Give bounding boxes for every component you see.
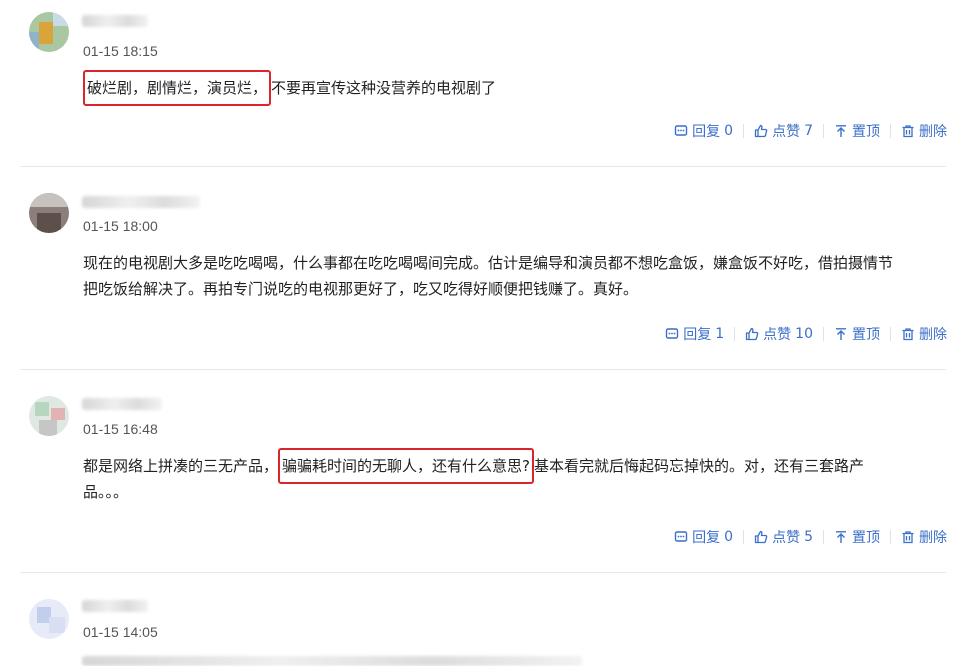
highlight-box: 骗骗耗时间的无聊人，还有什么意思? bbox=[278, 448, 534, 484]
reply-label: 回复 bbox=[683, 327, 712, 343]
username[interactable] bbox=[82, 600, 148, 612]
reply-button[interactable]: 回复 1 bbox=[665, 324, 724, 344]
comment-text: 都是网络上拼凑的三无产品， 骗骗耗时间的无聊人，还有什么意思? 基本看完就后悔起码忘… bbox=[83, 448, 953, 505]
comment-time: 01-15 14:05 bbox=[83, 624, 158, 640]
comment-actions: 回复 1 点赞 10 置顶 删除 bbox=[665, 324, 947, 344]
comment-text-pre: 都是网络上拼凑的三无产品， bbox=[83, 457, 279, 475]
like-button[interactable]: 点赞 5 bbox=[754, 527, 813, 547]
pin-label: 置顶 bbox=[852, 530, 880, 546]
pin-button[interactable]: 置顶 bbox=[834, 527, 880, 547]
divider bbox=[823, 530, 824, 544]
pin-top-icon bbox=[836, 328, 846, 340]
comment-text: 现在的电视剧大多是吃吃喝喝，什么事都在吃吃喝喝间完成。估计是编导和演员都不想吃盒… bbox=[83, 250, 953, 302]
reply-icon bbox=[674, 531, 688, 542]
reply-label: 回复 bbox=[692, 124, 721, 140]
reply-count: 1 bbox=[715, 326, 725, 342]
trash-icon bbox=[902, 531, 914, 544]
divider bbox=[890, 530, 891, 544]
comment-actions: 回复 0 点赞 7 置顶 删除 bbox=[674, 121, 947, 141]
comment-text-line: 都是网络上拼凑的三无产品， 骗骗耗时间的无聊人，还有什么意思? 基本看完就后悔起码忘… bbox=[83, 448, 953, 484]
pin-top-icon bbox=[836, 531, 846, 543]
reply-button[interactable]: 回复 0 bbox=[674, 527, 733, 547]
comment-text-line: 把吃饭给解决了。再拍专门说吃的电视那更好了，吃又吃得好顺便把钱赚了。真好。 bbox=[83, 280, 639, 298]
like-label: 点赞 bbox=[772, 124, 801, 140]
comment-divider bbox=[20, 572, 946, 573]
avatar[interactable] bbox=[29, 12, 69, 52]
delete-button[interactable]: 删除 bbox=[901, 527, 947, 547]
comment-text-rest: 不要再宣传这种没营养的电视剧了 bbox=[271, 79, 497, 97]
like-count: 10 bbox=[795, 326, 813, 342]
like-count: 5 bbox=[804, 529, 813, 545]
delete-label: 删除 bbox=[919, 124, 947, 140]
like-count: 7 bbox=[804, 123, 813, 139]
divider bbox=[823, 124, 824, 138]
avatar[interactable] bbox=[29, 396, 69, 436]
like-label: 点赞 bbox=[772, 530, 801, 546]
avatar[interactable] bbox=[29, 193, 69, 233]
pin-top-icon bbox=[836, 125, 846, 137]
reply-icon bbox=[666, 328, 679, 339]
highlight-box: 破烂剧，剧情烂，演员烂， bbox=[83, 70, 272, 106]
comment-text-post: 基本看完就后悔起码忘掉快的。对，还有三套路产 bbox=[533, 457, 864, 475]
trash-icon bbox=[902, 328, 914, 341]
divider bbox=[734, 327, 736, 341]
divider bbox=[890, 124, 891, 138]
comment-divider bbox=[20, 166, 946, 167]
delete-button[interactable]: 删除 bbox=[901, 324, 947, 344]
divider bbox=[823, 327, 824, 341]
pin-button[interactable]: 置顶 bbox=[834, 121, 880, 141]
reply-button[interactable]: 回复 0 bbox=[674, 121, 733, 141]
reply-count: 0 bbox=[724, 529, 734, 545]
reply-label: 回复 bbox=[692, 530, 721, 546]
like-button[interactable]: 点赞 7 bbox=[754, 121, 813, 141]
reply-count: 0 bbox=[724, 123, 734, 139]
username[interactable] bbox=[82, 398, 162, 410]
thumbs-up-icon bbox=[754, 124, 768, 138]
comment-text-blurred bbox=[82, 656, 582, 666]
comment-text-line: 现在的电视剧大多是吃吃喝喝，什么事都在吃吃喝喝间完成。估计是编导和演员都不想吃盒… bbox=[83, 254, 894, 272]
pin-label: 置顶 bbox=[852, 327, 880, 343]
comment-divider bbox=[20, 369, 946, 370]
like-button[interactable]: 点赞 10 bbox=[745, 324, 813, 344]
delete-label: 删除 bbox=[919, 530, 947, 546]
divider bbox=[743, 124, 745, 138]
trash-icon bbox=[902, 125, 914, 138]
comment-time: 01-15 18:15 bbox=[83, 43, 158, 59]
pin-button[interactable]: 置顶 bbox=[834, 324, 880, 344]
pin-label: 置顶 bbox=[852, 124, 880, 140]
username[interactable] bbox=[82, 196, 200, 208]
comment-text: 破烂剧，剧情烂，演员烂， 不要再宣传这种没营养的电视剧了 bbox=[83, 70, 953, 106]
divider bbox=[743, 530, 745, 544]
comment-time: 01-15 16:48 bbox=[83, 421, 158, 437]
like-label: 点赞 bbox=[763, 327, 792, 343]
delete-label: 删除 bbox=[919, 327, 947, 343]
thumbs-up-icon bbox=[754, 530, 768, 544]
delete-button[interactable]: 删除 bbox=[901, 121, 947, 141]
comment-actions: 回复 0 点赞 5 置顶 删除 bbox=[674, 527, 947, 547]
divider bbox=[890, 327, 891, 341]
username[interactable] bbox=[82, 15, 148, 27]
thumbs-up-icon bbox=[746, 327, 759, 341]
reply-icon bbox=[674, 125, 688, 136]
comment-time: 01-15 18:00 bbox=[83, 218, 158, 234]
avatar[interactable] bbox=[29, 599, 69, 639]
